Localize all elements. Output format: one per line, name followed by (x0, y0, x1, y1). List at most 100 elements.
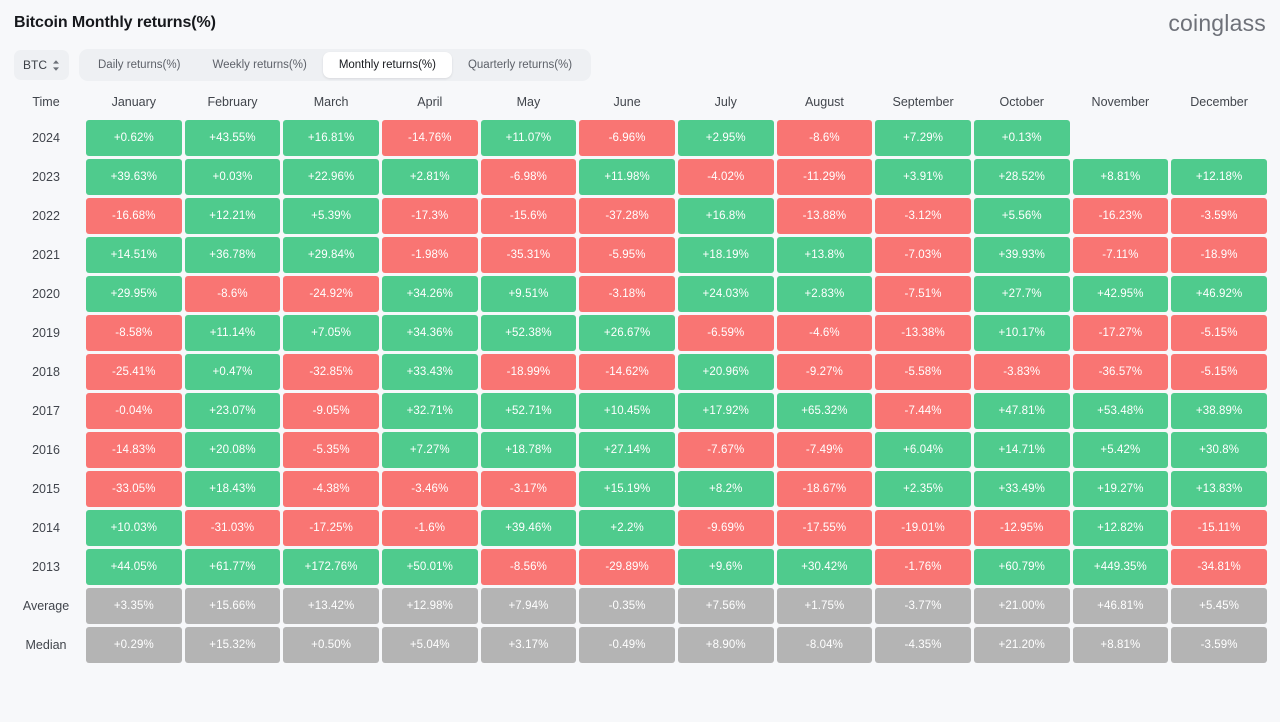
return-cell: -0.04% (86, 393, 182, 429)
column-header-october: October (999, 95, 1044, 109)
return-cell: +3.17% (480, 627, 577, 663)
return-cell: +22.96% (283, 159, 379, 195)
brand-logo: coinglass (1168, 9, 1266, 36)
return-cell: +44.05% (86, 549, 182, 585)
table-row: 2015 -33.05% +18.43% -4.38% -3.46% -3.17% +15.… (9, 471, 1267, 507)
return-cell: +12.21% (184, 198, 281, 234)
return-cell: +18.78% (480, 432, 577, 468)
tab-monthly-returns[interactable]: Monthly returns(%) (322, 52, 452, 78)
column-header-december: December (1190, 95, 1248, 109)
return-cell: +7.27% (381, 432, 478, 468)
return-cell: +61.77% (184, 549, 281, 585)
return-cell: +5.04% (381, 627, 478, 663)
column-header-july: July (714, 95, 737, 109)
return-cell: +5.45% (1171, 588, 1267, 624)
return-cell: +24.03% (677, 276, 774, 312)
table-row: Average +3.35% +15.66% +13.42% +12.98% +7.94%… (9, 588, 1267, 624)
returns-period-tabs: Daily returns(%) Weekly returns(%) Month… (79, 49, 592, 81)
row-label-year: 2015 (32, 482, 60, 496)
return-cell: +20.08% (184, 432, 281, 468)
return-cell: -8.58% (86, 315, 182, 351)
return-cell: -17.25% (283, 510, 379, 546)
row-label-year: 2024 (32, 131, 60, 145)
return-cell: -4.38% (283, 471, 379, 507)
return-cell: +2.35% (875, 471, 971, 507)
return-cell: +32.71% (381, 393, 478, 429)
monthly-returns-table: Time January February March April May June July… (6, 84, 1270, 666)
column-header-august: August (804, 95, 844, 109)
return-cell: +50.01% (381, 549, 478, 585)
return-cell: -33.05% (86, 471, 182, 507)
row-label-year: 2014 (32, 521, 60, 535)
return-cell: -7.03% (875, 237, 971, 273)
return-cell: +13.83% (1171, 471, 1267, 507)
return-cell: -16.23% (1072, 198, 1169, 234)
return-cell: +29.84% (283, 237, 379, 273)
column-header-november: November (1091, 95, 1150, 109)
return-cell: +11.07% (480, 120, 577, 156)
return-cell: -24.92% (283, 276, 379, 312)
return-cell: -3.77% (875, 588, 971, 624)
return-cell: -4.35% (875, 627, 971, 663)
return-cell: -9.27% (776, 354, 873, 390)
return-cell: +65.32% (776, 393, 873, 429)
row-label-year: 2013 (32, 560, 60, 574)
tab-weekly-returns[interactable]: Weekly returns(%) (196, 52, 322, 78)
return-cell: -6.59% (677, 315, 774, 351)
return-cell: -3.18% (579, 276, 675, 312)
return-cell: +15.32% (184, 627, 281, 663)
return-cell: +12.18% (1171, 159, 1267, 195)
asset-selector[interactable]: BTC (14, 50, 69, 80)
return-cell: +449.35% (1072, 549, 1169, 585)
return-cell: +0.13% (973, 120, 1070, 156)
page-header: Bitcoin Monthly returns(%) coinglass (0, 0, 1280, 46)
return-cell: -18.99% (480, 354, 577, 390)
return-cell: +60.79% (973, 549, 1070, 585)
return-cell: -7.51% (875, 276, 971, 312)
return-cell: -7.11% (1072, 237, 1169, 273)
return-cell: +20.96% (677, 354, 774, 390)
return-cell: -0.49% (579, 627, 675, 663)
return-cell: +15.19% (579, 471, 675, 507)
return-cell: +52.71% (480, 393, 577, 429)
return-cell: +9.6% (677, 549, 774, 585)
return-cell (1073, 120, 1169, 156)
return-cell: +52.38% (480, 315, 577, 351)
return-cell: -32.85% (283, 354, 379, 390)
return-cell: +34.26% (381, 276, 478, 312)
return-cell: +172.76% (283, 549, 379, 585)
table-row: 2022 -16.68% +12.21% +5.39% -17.3% -15.6% -37.… (9, 198, 1267, 234)
return-cell: -1.6% (381, 510, 478, 546)
return-cell: -8.04% (776, 627, 873, 663)
return-cell: +3.35% (86, 588, 182, 624)
return-cell: +16.8% (677, 198, 774, 234)
return-cell: -25.41% (86, 354, 182, 390)
tab-daily-returns[interactable]: Daily returns(%) (82, 52, 196, 78)
return-cell: +21.20% (973, 627, 1070, 663)
return-cell: +39.63% (86, 159, 182, 195)
return-cell (1171, 120, 1267, 156)
table-row: 2024 +0.62% +43.55% +16.81% -14.76% +11.07% -6… (9, 120, 1267, 156)
return-cell: -36.57% (1072, 354, 1169, 390)
return-cell: -31.03% (184, 510, 281, 546)
return-cell: +34.36% (381, 315, 478, 351)
return-cell: +28.52% (973, 159, 1070, 195)
return-cell: -16.68% (86, 198, 182, 234)
tab-quarterly-returns[interactable]: Quarterly returns(%) (452, 52, 588, 78)
return-cell: +15.66% (184, 588, 281, 624)
return-cell: -5.58% (875, 354, 971, 390)
return-cell: -14.62% (579, 354, 675, 390)
column-header-june: June (613, 95, 641, 109)
return-cell: +36.78% (184, 237, 281, 273)
return-cell: +10.17% (973, 315, 1070, 351)
return-cell: +8.90% (677, 627, 774, 663)
return-cell: -9.69% (677, 510, 774, 546)
return-cell: -0.35% (579, 588, 675, 624)
return-cell: +43.55% (184, 120, 281, 156)
row-label-year: 2021 (32, 248, 60, 262)
return-cell: +33.43% (381, 354, 478, 390)
return-cell: +39.93% (973, 237, 1070, 273)
return-cell: -12.95% (973, 510, 1070, 546)
return-cell: -5.15% (1171, 315, 1267, 351)
table-header-row: Time January February March April May June July… (9, 87, 1267, 117)
